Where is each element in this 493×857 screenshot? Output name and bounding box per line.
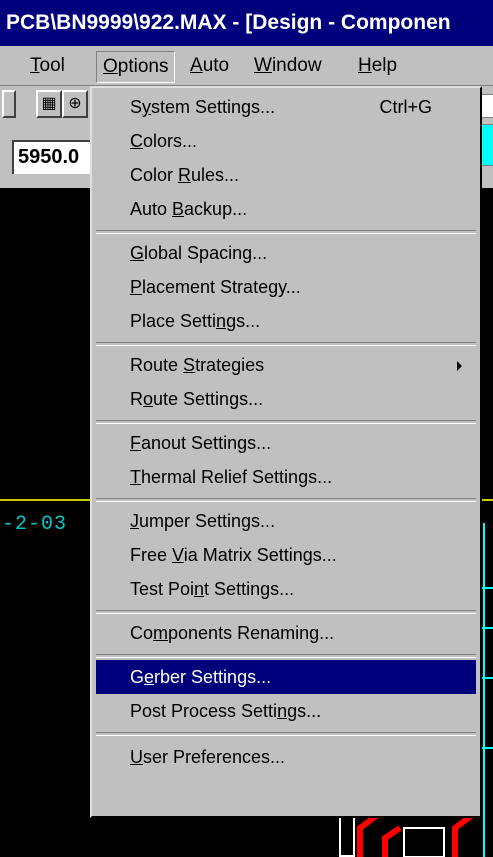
menu-window-mnemonic: W xyxy=(254,55,272,76)
zoom-icon[interactable]: ⊕ xyxy=(62,90,88,118)
menu-window-label: indow xyxy=(271,55,322,76)
menu-tool[interactable]: Tool xyxy=(24,51,71,81)
menu-item-color-rules[interactable]: Color Rules... xyxy=(96,158,476,192)
menu-help-mnemonic: H xyxy=(358,55,372,76)
menu-item-place-settings[interactable]: Place Settings... xyxy=(96,304,476,338)
menu-separator xyxy=(96,498,476,502)
menu-bar: Tool Options Auto Window Help xyxy=(0,46,493,86)
menu-separator xyxy=(96,230,476,234)
menu-item-label: Thermal Relief Settings... xyxy=(130,467,333,487)
menu-window[interactable]: Window xyxy=(248,51,328,81)
menu-item-label: Route Strategies xyxy=(130,355,265,375)
menu-item-fanout-settings[interactable]: Fanout Settings... xyxy=(96,426,476,460)
menu-item-post-process-settings[interactable]: Post Process Settings... xyxy=(96,694,476,728)
menu-separator xyxy=(96,654,476,658)
menu-item-free-via-matrix-settings[interactable]: Free Via Matrix Settings... xyxy=(96,538,476,572)
menu-separator xyxy=(96,732,476,736)
menu-item-gerber-settings[interactable]: Gerber Settings... xyxy=(96,660,476,694)
menu-item-label: Route Settings... xyxy=(130,389,264,409)
window-title: PCB\BN9999\922.MAX - [Design - Componen xyxy=(0,0,493,46)
menu-item-label: System Settings... xyxy=(130,97,276,117)
menu-item-thermal-relief-settings[interactable]: Thermal Relief Settings... xyxy=(96,460,476,494)
menu-item-label: Jumper Settings... xyxy=(130,511,276,531)
menu-tool-label: ool xyxy=(39,55,65,76)
toolbar-button-partial[interactable] xyxy=(2,90,16,118)
menu-item-user-preferences[interactable]: User Preferences... xyxy=(96,740,476,774)
submenu-arrow-icon xyxy=(457,361,462,371)
menu-item-colors[interactable]: Colors... xyxy=(96,124,476,158)
menu-item-label: Components Renaming... xyxy=(130,623,335,643)
menu-auto-mnemonic: A xyxy=(190,55,203,76)
menu-item-global-spacing[interactable]: Global Spacing... xyxy=(96,236,476,270)
grid-icon[interactable]: ▦ xyxy=(36,90,62,118)
menu-item-test-point-settings[interactable]: Test Point Settings... xyxy=(96,572,476,606)
coordinate-field[interactable]: 5950.0 xyxy=(12,140,102,174)
menu-tool-mnemonic: T xyxy=(30,55,40,76)
menu-item-label: Global Spacing... xyxy=(130,243,268,263)
menu-item-label: User Preferences... xyxy=(130,747,286,767)
menu-item-auto-backup[interactable]: Auto Backup... xyxy=(96,192,476,226)
menu-item-label: Test Point Settings... xyxy=(130,579,295,599)
menu-item-shortcut: Ctrl+G xyxy=(379,97,432,117)
menu-separator xyxy=(96,610,476,614)
menu-options-label: ptions xyxy=(117,56,169,77)
menu-item-components-renaming[interactable]: Components Renaming... xyxy=(96,616,476,650)
menu-auto[interactable]: Auto xyxy=(184,51,235,81)
menu-item-label: Free Via Matrix Settings... xyxy=(130,545,337,565)
menu-item-label: Placement Strategy... xyxy=(130,277,301,297)
menu-item-route-strategies[interactable]: Route Strategies xyxy=(96,348,476,382)
menu-help[interactable]: Help xyxy=(352,51,403,81)
menu-item-placement-strategy[interactable]: Placement Strategy... xyxy=(96,270,476,304)
menu-options[interactable]: Options xyxy=(96,51,176,83)
menu-item-label: Auto Backup... xyxy=(130,199,248,219)
menu-item-label: Place Settings... xyxy=(130,311,261,331)
menu-separator xyxy=(96,342,476,346)
menu-item-label: Color Rules... xyxy=(130,165,240,185)
menu-item-label: Fanout Settings... xyxy=(130,433,272,453)
menu-item-jumper-settings[interactable]: Jumper Settings... xyxy=(96,504,476,538)
menu-item-label: Gerber Settings... xyxy=(130,667,272,687)
menu-item-label: Colors... xyxy=(130,131,198,151)
options-menu: System Settings... Ctrl+G Colors... Color… xyxy=(90,86,482,818)
menu-item-label: Post Process Settings... xyxy=(130,701,322,721)
menu-item-system-settings[interactable]: System Settings... Ctrl+G xyxy=(96,90,476,124)
menu-separator xyxy=(96,420,476,424)
menu-help-label: elp xyxy=(371,55,398,76)
menu-auto-label: uto xyxy=(202,55,230,76)
menu-options-mnemonic: O xyxy=(103,56,118,77)
menu-item-route-settings[interactable]: Route Settings... xyxy=(96,382,476,416)
